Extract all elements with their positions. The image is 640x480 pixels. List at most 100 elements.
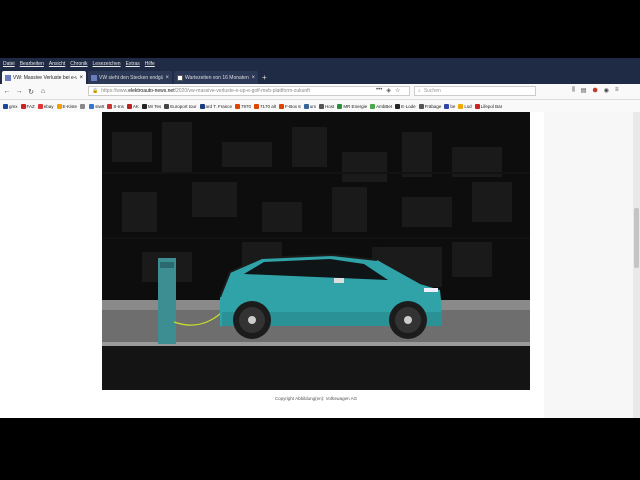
bookmark-item[interactable]: Mr Tes: [141, 103, 162, 109]
bookmark-favicon-icon: [395, 103, 401, 109]
bookmark-item[interactable]: 7970: [234, 103, 251, 109]
bookmark-item[interactable]: gmx: [3, 103, 18, 109]
url-prefix: https://www.: [101, 88, 129, 94]
menu-hamburger-icon[interactable]: ≡: [615, 87, 619, 94]
web-page: Copyright Abbildung(en): Volkswagen AG: [0, 112, 640, 418]
bookmark-favicon-icon: [444, 103, 450, 109]
bookmark-favicon-icon: [141, 103, 147, 109]
bookmark-item[interactable]: FAZ: [20, 103, 35, 109]
article-hero-image: [102, 112, 530, 390]
home-button[interactable]: ⌂: [38, 87, 48, 97]
bookmark-favicon-icon: [56, 103, 62, 109]
url-path: /2020/vw-massive-verluste-e-up-e-golf-me…: [174, 88, 310, 94]
bookmark-favicon-icon: [319, 103, 325, 109]
bookmark-favicon-icon: [303, 103, 309, 109]
bookmark-favicon-icon: [234, 103, 240, 109]
tab-wartezeiten[interactable]: Wartezeiten von 16 Monaten ×: [174, 71, 258, 84]
menu-file[interactable]: Datei: [3, 61, 15, 67]
lock-icon: 🔒: [92, 88, 99, 94]
bookmark-label: stwtt: [95, 103, 105, 109]
menu-bar: Datei Bearbeiten Ansicht Chronik Lesezei…: [0, 58, 640, 69]
library-icon[interactable]: ⫼: [572, 87, 575, 94]
bookmark-favicon-icon: [126, 103, 132, 109]
close-tab-icon[interactable]: ×: [79, 75, 83, 81]
bookmark-label: 7970: [240, 103, 251, 109]
browser-window: Datei Bearbeiten Ansicht Chronik Lesezei…: [0, 58, 640, 418]
search-placeholder: Suchen: [423, 88, 441, 94]
bookmark-label: be: [450, 103, 456, 109]
pocket-icon[interactable]: ◈: [386, 87, 391, 94]
menu-tools[interactable]: Extras: [126, 61, 140, 67]
bookmark-label: MR Energie: [343, 103, 368, 109]
tab-vw-massive-verluste[interactable]: VW: Massive Verluste bei e-up! ×: [2, 71, 86, 84]
addon-icon[interactable]: ⬢: [592, 87, 597, 94]
bookmark-favicon-icon: [254, 103, 259, 109]
bookmark-label: F-Box 6: [285, 103, 301, 109]
bookmark-label: Fräbage: [424, 103, 442, 109]
bookmark-label: S-Ins: [113, 103, 124, 109]
search-icon: ⌕: [418, 88, 421, 94]
bookmark-label: Mr Tes: [147, 103, 162, 109]
bookmark-label: Lsd: [464, 103, 472, 109]
bookmark-item[interactable]: stwtt: [89, 103, 105, 109]
bookmark-favicon-icon: [474, 103, 480, 109]
bookmark-item[interactable]: Europort tour: [164, 103, 197, 109]
search-bar[interactable]: ⌕ Suchen: [414, 86, 536, 96]
bookmark-label: E-Lode: [401, 103, 416, 109]
bookmark-item[interactable]: urx: [303, 103, 317, 109]
page-side-area: [544, 112, 636, 418]
account-icon[interactable]: ◉: [604, 87, 609, 94]
bookmark-star-icon[interactable]: ☆: [395, 87, 400, 94]
bookmark-item[interactable]: MR Energie: [337, 103, 368, 109]
scrollbar-thumb[interactable]: [634, 208, 639, 268]
bookmark-favicon-icon: [107, 103, 113, 109]
bookmark-item[interactable]: ard T. France: [199, 103, 232, 109]
menu-history[interactable]: Chronik: [70, 61, 87, 67]
bookmark-favicon-icon: [370, 103, 376, 109]
bookmark-item[interactable]: [80, 103, 86, 109]
close-tab-icon[interactable]: ×: [251, 75, 255, 81]
image-caption: Copyright Abbildung(en): Volkswagen AG: [274, 396, 358, 401]
reload-button[interactable]: ↻: [26, 87, 36, 97]
tab-bar: VW: Massive Verluste bei e-up! × VW sieh…: [0, 69, 640, 84]
bookmark-item[interactable]: AK: [126, 103, 139, 109]
tab-title: Wartezeiten von 16 Monaten: [185, 74, 249, 81]
bookmark-favicon-icon: [20, 103, 26, 109]
back-button[interactable]: ←: [2, 87, 12, 97]
bookmark-item[interactable]: E-Lode: [395, 103, 416, 109]
bookmark-item[interactable]: E-Kiste: [56, 103, 77, 109]
forward-button[interactable]: →: [14, 87, 24, 97]
bookmark-label: gmx: [9, 103, 18, 109]
menu-view[interactable]: Ansicht: [49, 61, 65, 67]
tab-title: VW: Massive Verluste bei e-up!: [13, 74, 78, 81]
bookmark-item[interactable]: be: [444, 103, 456, 109]
bookmark-favicon-icon: [164, 103, 170, 109]
bookmark-label: 7170 alt: [260, 103, 277, 109]
bookmark-item[interactable]: AmbBet: [370, 103, 392, 109]
menu-help[interactable]: Hilfe: [145, 61, 155, 67]
bookmark-item[interactable]: S-Ins: [107, 103, 124, 109]
site-favicon-icon: [177, 74, 183, 81]
bookmark-favicon-icon: [418, 103, 424, 109]
menu-edit[interactable]: Bearbeiten: [20, 61, 44, 67]
bookmark-item[interactable]: F-Box 6: [279, 103, 301, 109]
bookmark-label: AK: [132, 103, 139, 109]
bookmark-label: Europort tour: [170, 103, 197, 109]
site-favicon-icon: [91, 74, 97, 81]
bookmark-item[interactable]: Host: [319, 103, 334, 109]
site-favicon-icon: [5, 74, 11, 81]
address-bar[interactable]: 🔒 https://www. elektroauto-news.net/2020/…: [88, 86, 410, 96]
close-tab-icon[interactable]: ×: [165, 75, 169, 81]
bookmark-item[interactable]: Fräbage: [418, 103, 442, 109]
bookmark-label: ebay: [43, 103, 54, 109]
tab-vw-stecken[interactable]: VW sieht den Stecken endgültig ×: [88, 71, 172, 84]
bookmark-item[interactable]: Lsd: [458, 103, 472, 109]
bookmark-item[interactable]: 7170 alt: [254, 103, 277, 109]
bookmark-label: urx: [309, 103, 317, 109]
menu-bookmarks[interactable]: Lesezeichen: [93, 61, 121, 67]
more-actions-icon[interactable]: •••: [376, 87, 382, 94]
new-tab-button[interactable]: +: [262, 73, 267, 82]
bookmark-item[interactable]: ebay: [37, 103, 54, 109]
bookmark-item[interactable]: Lifepol Bat: [474, 103, 502, 109]
sidebar-icon[interactable]: ▤: [581, 87, 587, 94]
